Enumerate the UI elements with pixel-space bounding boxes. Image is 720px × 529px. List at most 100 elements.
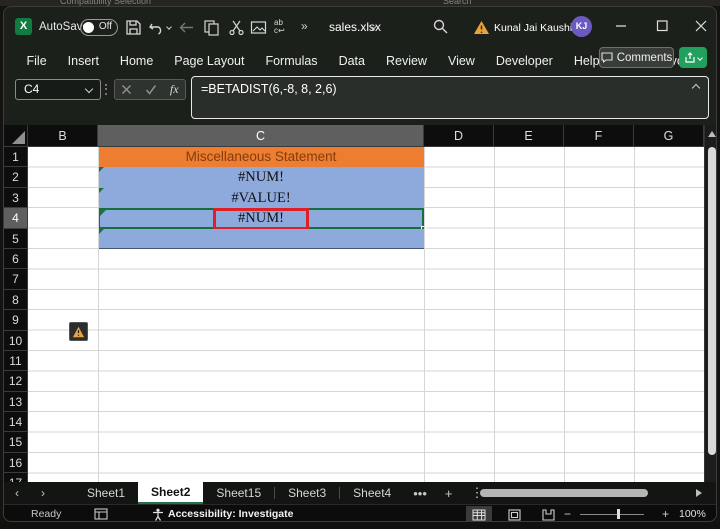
- insert-function-icon[interactable]: fx: [170, 82, 179, 97]
- row-header-1[interactable]: 1: [4, 147, 28, 168]
- excel-app-icon: X: [15, 18, 32, 35]
- copy-icon[interactable]: [203, 19, 220, 36]
- formula-input[interactable]: =BETADIST(6,-8, 8, 2,6): [191, 76, 709, 119]
- error-trace-button[interactable]: [69, 322, 88, 341]
- row-header-3[interactable]: 3: [4, 187, 28, 209]
- ribbon-tab-view[interactable]: View: [437, 54, 485, 68]
- zoom-slider-thumb[interactable]: [617, 509, 620, 519]
- translate-icon[interactable]: ab c↩: [274, 19, 292, 36]
- share-button[interactable]: [679, 47, 707, 68]
- sheet-nav-prev-icon[interactable]: ‹: [4, 486, 30, 500]
- avatar[interactable]: KJ: [571, 16, 592, 37]
- error-indicator-icon: [100, 210, 106, 217]
- sheet-tab-sheet4[interactable]: Sheet4: [340, 482, 404, 504]
- enter-icon[interactable]: [145, 84, 157, 95]
- picture-icon[interactable]: [250, 19, 267, 36]
- normal-view-button[interactable]: [466, 506, 492, 521]
- ribbon-tab-insert[interactable]: Insert: [57, 54, 109, 68]
- vertical-scroll-thumb[interactable]: [708, 147, 716, 455]
- row-header-16[interactable]: 16: [4, 452, 28, 474]
- row-header-5[interactable]: 5: [4, 228, 28, 249]
- formula-bar-buttons: fx: [114, 79, 186, 100]
- gridline: [424, 147, 425, 482]
- autosave-toggle[interactable]: Off: [80, 19, 118, 36]
- page-layout-view-button[interactable]: [501, 506, 527, 521]
- column-header-g[interactable]: G: [634, 125, 704, 147]
- vertical-scrollbar[interactable]: [704, 125, 716, 482]
- cell-c4-selected[interactable]: #NUM!: [98, 208, 426, 231]
- row-header-7[interactable]: 7: [4, 269, 28, 290]
- formula-collapse-icon[interactable]: [691, 83, 701, 93]
- row-header-9[interactable]: 9: [4, 310, 28, 331]
- user-name[interactable]: Kunal Jai Kaushik: [494, 22, 577, 34]
- warning-icon[interactable]: [473, 19, 490, 36]
- column-header-d[interactable]: D: [424, 125, 494, 147]
- status-bar: Ready Accessibility: Investigate − + 100…: [4, 504, 716, 521]
- row-header-10[interactable]: 10: [4, 330, 28, 351]
- minimize-button[interactable]: [610, 16, 632, 36]
- select-all-corner[interactable]: [4, 125, 28, 147]
- row-header-17[interactable]: 17: [4, 473, 28, 482]
- warning-icon: [72, 326, 85, 337]
- ribbon-tab-formulas[interactable]: Formulas: [255, 54, 328, 68]
- cut-icon[interactable]: [228, 19, 245, 36]
- maximize-button[interactable]: [651, 16, 673, 36]
- row-header-15[interactable]: 15: [4, 432, 28, 453]
- name-box[interactable]: C4: [15, 79, 101, 100]
- column-header-e[interactable]: E: [494, 125, 564, 147]
- column-header-f[interactable]: F: [564, 125, 634, 147]
- cell-c2[interactable]: #NUM!: [98, 167, 424, 188]
- sheet-tab-sheet3[interactable]: Sheet3: [275, 482, 339, 504]
- background-window-bottom: [0, 522, 720, 529]
- zoom-level[interactable]: 100%: [679, 508, 706, 520]
- ribbon-tab-data[interactable]: Data: [328, 54, 375, 68]
- cells-area[interactable]: Miscellaneous Statement #NUM! #VALUE! #N…: [28, 147, 704, 482]
- accessibility-icon[interactable]: [152, 508, 164, 521]
- undo-dropdown-icon[interactable]: [166, 24, 172, 30]
- horizontal-scrollbar[interactable]: [466, 489, 690, 498]
- ribbon-tab-developer[interactable]: Developer: [485, 54, 563, 68]
- row-header-2[interactable]: 2: [4, 167, 28, 188]
- qat-overflow-icon[interactable]: »: [301, 19, 308, 33]
- zoom-out-icon[interactable]: −: [564, 507, 571, 521]
- sheet-tab-sheet1[interactable]: Sheet1: [74, 482, 138, 504]
- zoom-slider-track[interactable]: [580, 513, 644, 515]
- page-break-view-button[interactable]: [535, 506, 561, 521]
- save-icon[interactable]: [125, 19, 142, 36]
- horizontal-scroll-thumb[interactable]: [480, 489, 648, 497]
- cell-c1[interactable]: Miscellaneous Statement: [98, 147, 424, 168]
- row-header-4[interactable]: 4: [4, 208, 28, 229]
- ribbon-tab-review[interactable]: Review: [375, 54, 437, 68]
- zoom-in-icon[interactable]: +: [662, 507, 669, 521]
- comment-icon: [601, 52, 613, 63]
- ribbon-tab-file[interactable]: File: [16, 54, 57, 68]
- undo-icon[interactable]: [148, 19, 165, 36]
- hscroll-right-icon[interactable]: [696, 489, 702, 497]
- accessibility-status[interactable]: Accessibility: Investigate: [168, 508, 293, 520]
- column-header-c[interactable]: C: [98, 125, 424, 147]
- scroll-up-icon[interactable]: [708, 131, 716, 137]
- select-all-icon: [12, 131, 25, 144]
- macro-record-icon[interactable]: [94, 508, 108, 520]
- cancel-icon[interactable]: [121, 84, 132, 95]
- sheet-tab-sheet2[interactable]: Sheet2: [138, 482, 204, 504]
- column-header-b[interactable]: B: [28, 125, 98, 147]
- close-button[interactable]: [690, 16, 712, 36]
- comments-button[interactable]: Comments: [599, 47, 674, 68]
- ribbon-tab-page-layout[interactable]: Page Layout: [164, 54, 255, 68]
- row-header-8[interactable]: 8: [4, 289, 28, 311]
- sheet-nav-next-icon[interactable]: ›: [30, 486, 56, 500]
- row-header-14[interactable]: 14: [4, 412, 28, 433]
- row-header-11[interactable]: 11: [4, 350, 28, 372]
- row-header-13[interactable]: 13: [4, 391, 28, 413]
- cell-c5[interactable]: [98, 228, 424, 249]
- toggle-knob-icon: [83, 22, 94, 33]
- ribbon-tab-home[interactable]: Home: [109, 54, 163, 68]
- search-icon[interactable]: [432, 18, 449, 35]
- row-header-12[interactable]: 12: [4, 371, 28, 392]
- new-sheet-icon[interactable]: +: [436, 486, 462, 501]
- row-header-6[interactable]: 6: [4, 248, 28, 270]
- sheet-tab-sheet15[interactable]: Sheet15: [203, 482, 274, 504]
- more-sheets-icon[interactable]: •••: [404, 486, 436, 501]
- cell-c3[interactable]: #VALUE!: [98, 187, 424, 209]
